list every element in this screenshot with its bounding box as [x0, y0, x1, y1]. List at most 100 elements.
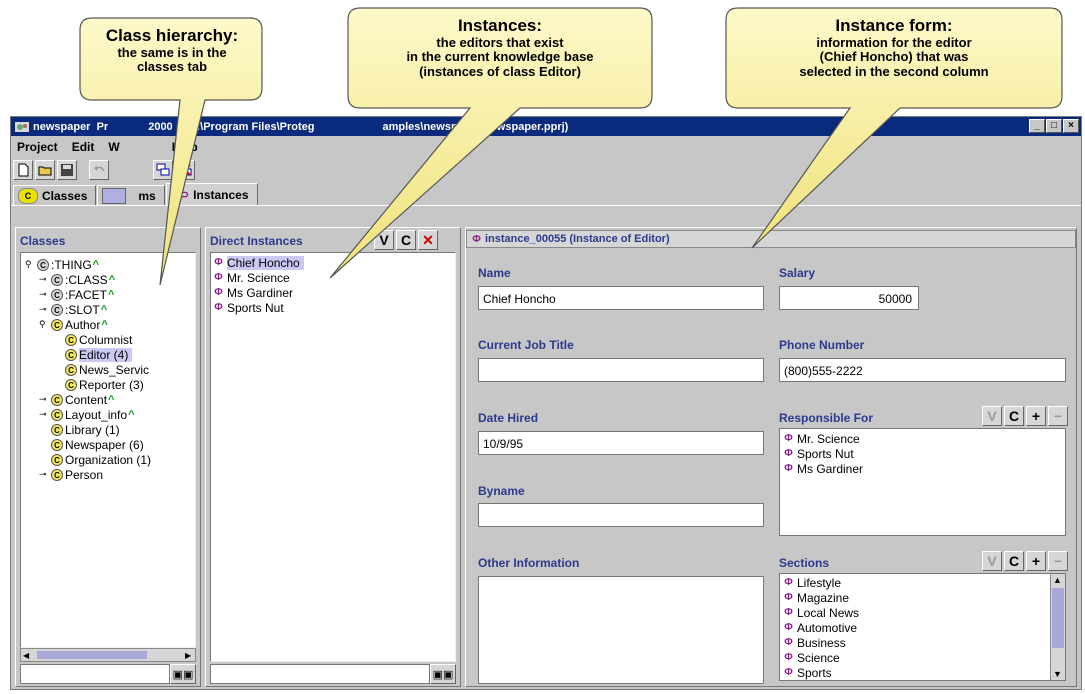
- responsible-add-button[interactable]: +: [1026, 406, 1046, 426]
- class-tree-label: Organization (1): [65, 452, 152, 467]
- tree-expander-icon[interactable]: ⊸: [39, 289, 49, 300]
- class-tree-item[interactable]: ⚲ C Author ^: [39, 317, 108, 332]
- instance-search-input[interactable]: [210, 664, 430, 684]
- instance-icon: Ф: [784, 577, 793, 588]
- menu-project[interactable]: Project: [17, 140, 58, 154]
- tree-expander-icon[interactable]: ⚲: [39, 319, 49, 330]
- class-search-button[interactable]: ▣▣: [170, 664, 196, 684]
- scroll-left-icon[interactable]: ◀: [23, 651, 31, 660]
- section-item[interactable]: Ф Sports: [780, 665, 1065, 680]
- section-item[interactable]: Ф Local News: [780, 605, 1065, 620]
- class-tree-item[interactable]: C Reporter (3): [53, 377, 144, 392]
- minimize-button[interactable]: _: [1029, 119, 1045, 133]
- name-field[interactable]: Chief Honcho: [478, 286, 764, 310]
- instance-search-button[interactable]: ▣▣: [430, 664, 456, 684]
- class-tree-item[interactable]: C Editor (4): [53, 347, 133, 362]
- close-all-button[interactable]: [175, 160, 195, 180]
- tab-instances-label: Instances: [193, 187, 249, 202]
- other-information-textarea[interactable]: [478, 576, 764, 684]
- responsible-item[interactable]: Ф Mr. Science: [780, 431, 1065, 446]
- window-title-a: newspaper Pr: [33, 120, 109, 133]
- job-title-field[interactable]: [478, 358, 764, 382]
- responsible-for-list[interactable]: Ф Mr. Science Ф Sports Nut Ф Ms Gardiner: [779, 428, 1066, 536]
- class-tree-item[interactable]: C News_Servic: [53, 362, 149, 377]
- tab-forms[interactable]: ms: [97, 185, 165, 205]
- class-tree-item[interactable]: C Library (1): [39, 422, 120, 437]
- scroll-down-icon[interactable]: ▼: [1053, 669, 1062, 679]
- responsible-item[interactable]: Ф Ms Gardiner: [780, 461, 1065, 476]
- class-tree-item[interactable]: ⊸ C Person: [39, 467, 103, 482]
- class-tree-label: Columnist: [79, 332, 133, 347]
- menu-help[interactable]: Help: [172, 140, 198, 154]
- sections-view-button[interactable]: V: [982, 551, 1002, 571]
- instance-icon: Ф: [784, 463, 793, 474]
- class-search-input[interactable]: [20, 664, 170, 684]
- menu-window[interactable]: W: [108, 140, 119, 154]
- undo-button[interactable]: [89, 160, 109, 180]
- section-item[interactable]: Ф Automotive: [780, 620, 1065, 635]
- section-item-label: Business: [797, 635, 846, 650]
- new-project-button[interactable]: [13, 160, 33, 180]
- instance-list-item[interactable]: Ф Mr. Science: [213, 270, 289, 285]
- save-project-button[interactable]: [57, 160, 77, 180]
- byname-field[interactable]: [478, 503, 764, 527]
- create-instance-button[interactable]: C: [396, 230, 416, 250]
- scroll-thumb[interactable]: [37, 651, 147, 659]
- phone-field[interactable]: (800)555-2222: [779, 358, 1066, 382]
- sections-create-button[interactable]: C: [1004, 551, 1024, 571]
- tab-instances[interactable]: ⊄⊃ Instances: [165, 183, 258, 205]
- section-item[interactable]: Ф Science: [780, 650, 1065, 665]
- class-tree-item[interactable]: ⊸ C Layout_info ^: [39, 407, 135, 422]
- date-hired-field[interactable]: 10/9/95: [478, 431, 764, 455]
- class-tree-item[interactable]: C Columnist: [53, 332, 132, 347]
- tree-expander-icon[interactable]: ⊸: [39, 274, 49, 285]
- section-item[interactable]: Ф Magazine: [780, 590, 1065, 605]
- delete-instance-button[interactable]: ✕: [418, 230, 438, 250]
- class-tree-label: Content: [65, 392, 108, 407]
- maximize-button[interactable]: □: [1046, 119, 1062, 133]
- view-instance-button[interactable]: V: [374, 230, 394, 250]
- sections-remove-button[interactable]: −: [1048, 551, 1068, 571]
- section-item[interactable]: Ф Lifestyle: [780, 575, 1065, 590]
- scroll-right-icon[interactable]: ▶: [185, 651, 193, 660]
- tree-expander-icon[interactable]: ⊸: [39, 469, 49, 480]
- class-search-row: ▣▣: [20, 664, 196, 684]
- cascade-button[interactable]: [153, 160, 173, 180]
- instance-list-item[interactable]: Ф Ms Gardiner: [213, 285, 293, 300]
- class-tree-item[interactable]: ⊸ C:CLASS ^: [39, 272, 115, 287]
- menu-edit[interactable]: Edit: [72, 140, 95, 154]
- instance-list-item[interactable]: Ф Sports Nut: [213, 300, 283, 315]
- scroll-thumb[interactable]: [1052, 588, 1064, 648]
- open-project-button[interactable]: [35, 160, 55, 180]
- instance-list[interactable]: Ф Chief Honcho Ф Mr. Science Ф Ms Gardiner Ф Sp…: [210, 252, 456, 662]
- tree-expander-icon[interactable]: ⊸: [39, 304, 49, 315]
- section-item[interactable]: Ф Business: [780, 635, 1065, 650]
- class-tree-item[interactable]: ⚲ C:THING ^: [25, 257, 99, 272]
- responsible-item[interactable]: Ф Sports Nut: [780, 446, 1065, 461]
- class-tree-item[interactable]: C Organization (1): [39, 452, 151, 467]
- tab-classes[interactable]: C Classes: [13, 185, 97, 205]
- class-tree-item[interactable]: ⊸ C:FACET ^: [39, 287, 114, 302]
- class-tree-item[interactable]: ⊸ C:SLOT ^: [39, 302, 107, 317]
- responsible-create-button[interactable]: C: [1004, 406, 1024, 426]
- job-title-label: Current Job Title: [478, 338, 574, 352]
- sections-add-button[interactable]: +: [1026, 551, 1046, 571]
- scroll-up-icon[interactable]: ▲: [1053, 575, 1062, 585]
- class-tree-item[interactable]: C Newspaper (6): [39, 437, 144, 452]
- tree-expander-icon[interactable]: ⚲: [25, 259, 35, 270]
- class-tree-hscrollbar[interactable]: ◀ ▶: [20, 648, 196, 662]
- salary-field[interactable]: 50000: [779, 286, 919, 310]
- instance-form-header: Ф instance_00055 (Instance of Editor): [466, 230, 1076, 248]
- responsible-view-button[interactable]: V: [982, 406, 1002, 426]
- sections-vscrollbar[interactable]: ▲ ▼: [1050, 574, 1065, 680]
- tree-expander-icon[interactable]: ⊸: [39, 409, 49, 420]
- close-button[interactable]: ×: [1063, 119, 1079, 133]
- sections-list[interactable]: Ф Lifestyle Ф Magazine Ф Local News Ф Automotiv…: [780, 574, 1065, 680]
- class-tree[interactable]: ⚲ C:THING ^ ⊸ C:CLASS ^ ⊸ C:FACET ^ ⊸ C:SLOT ^ ⚲ C Aut…: [20, 252, 196, 648]
- responsible-remove-button[interactable]: −: [1048, 406, 1068, 426]
- title-bar[interactable]: newspaper Pr 2000 (C:\Program Files\Prot…: [11, 117, 1081, 136]
- instance-icon: Ф: [784, 592, 793, 603]
- instance-list-item[interactable]: Ф Chief Honcho: [213, 255, 304, 270]
- class-tree-item[interactable]: ⊸ C Content ^: [39, 392, 114, 407]
- tree-expander-icon[interactable]: ⊸: [39, 394, 49, 405]
